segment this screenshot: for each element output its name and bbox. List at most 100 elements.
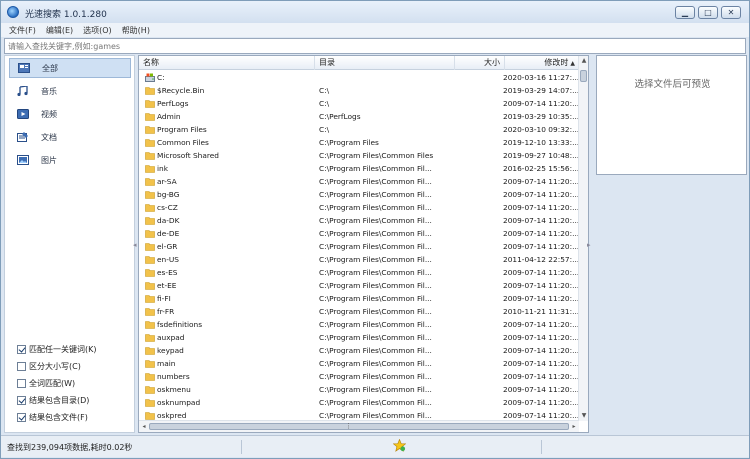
file-directory: C:\Program Files\Common Fil... (319, 190, 432, 199)
table-row[interactable]: ar-SA C:\Program Files\Common Fil... 2009-… (139, 175, 579, 188)
menu-help[interactable]: 帮助(H) (122, 25, 150, 36)
checkbox[interactable] (17, 412, 26, 422)
search-input[interactable] (5, 39, 745, 53)
collapse-left-icon[interactable]: ◂ (133, 241, 137, 249)
file-name: el-GR (157, 242, 178, 251)
window-title: 光速搜索 1.0.1.280 (25, 10, 107, 20)
scroll-left-icon[interactable]: ◂ (139, 421, 149, 432)
checkbox[interactable] (17, 395, 26, 405)
category-document[interactable]: 文档 (9, 127, 131, 147)
folder-icon (145, 165, 155, 173)
folder-icon (145, 87, 155, 95)
horizontal-scrollbar[interactable]: ◂ ⋮ ▸ (139, 420, 579, 432)
file-modified: 2009-07-14 11:20:... (503, 177, 579, 186)
option-include-directories[interactable]: 结果包含目录(D) (17, 394, 89, 406)
status-divider (541, 440, 542, 454)
minimize-icon[interactable]: ▁ (675, 6, 695, 19)
category-video[interactable]: 视频 (9, 104, 131, 124)
file-modified: 2009-07-14 11:20:... (503, 333, 579, 342)
table-row[interactable]: numbers C:\Program Files\Common Fil... 200… (139, 370, 579, 383)
star-icon[interactable] (393, 439, 406, 452)
file-directory: C:\Program Files\Common Fil... (319, 229, 432, 238)
folder-icon (145, 178, 155, 186)
file-name: da-DK (157, 216, 180, 225)
file-modified: 2020-03-10 09:32:... (503, 125, 579, 134)
title-bar[interactable]: 光速搜索 1.0.1.280 ▁ □ ✕ (1, 1, 749, 23)
file-directory: C:\Program Files\Common Fil... (319, 359, 432, 368)
file-name: keypad (157, 346, 184, 355)
option-match-any-keyword[interactable]: 匹配任一关键词(K) (17, 343, 97, 355)
file-modified: 2009-07-14 11:20:... (503, 242, 579, 251)
checkbox[interactable] (17, 378, 26, 388)
checkbox[interactable] (17, 344, 26, 354)
table-row[interactable]: PerfLogs C:\ 2009-07-14 11:20:... (139, 97, 579, 110)
table-row[interactable]: auxpad C:\Program Files\Common Fil... 2009… (139, 331, 579, 344)
category-image[interactable]: 图片 (9, 150, 131, 170)
file-name: et-EE (157, 281, 177, 290)
table-row[interactable]: cs-CZ C:\Program Files\Common Fil... 2009-… (139, 201, 579, 214)
menu-options[interactable]: 选项(O) (83, 25, 112, 36)
option-case-sensitive[interactable]: 区分大小写(C) (17, 360, 81, 372)
option-include-files[interactable]: 结果包含文件(F) (17, 411, 88, 423)
collapse-right-icon[interactable]: ▸ (587, 241, 591, 249)
table-row[interactable]: et-EE C:\Program Files\Common Fil... 2009-… (139, 279, 579, 292)
folder-icon (145, 113, 155, 121)
menu-bar: 文件(F) 编辑(E) 选项(O) 帮助(H) (1, 23, 749, 37)
maximize-icon[interactable]: □ (698, 6, 718, 19)
file-directory: C:\Program Files\Common Fil... (319, 307, 432, 316)
table-row[interactable]: $Recycle.Bin C:\ 2019-03-29 14:07:... (139, 84, 579, 97)
scroll-right-icon[interactable]: ▸ (569, 421, 579, 432)
table-row[interactable]: osknumpad C:\Program Files\Common Fil... 2… (139, 396, 579, 409)
close-icon[interactable]: ✕ (721, 6, 741, 19)
file-modified: 2009-07-14 11:20:... (503, 320, 579, 329)
file-modified: 2020-03-16 11:27:... (503, 73, 579, 82)
table-row[interactable]: main C:\Program Files\Common Fil... 2009-0… (139, 357, 579, 370)
window-controls: ▁ □ ✕ (675, 6, 741, 19)
search-box (4, 38, 746, 54)
category-all[interactable]: 全部 (9, 58, 131, 78)
table-row[interactable]: Microsoft Shared C:\Program Files\Common … (139, 149, 579, 162)
table-row[interactable]: C: 2020-03-16 11:27:... (139, 71, 579, 84)
scroll-thumb[interactable] (580, 70, 587, 82)
category-music[interactable]: 音乐 (9, 81, 131, 101)
table-row[interactable]: fsdefinitions C:\Program Files\Common Fil… (139, 318, 579, 331)
table-row[interactable]: Program Files C:\ 2020-03-10 09:32:... (139, 123, 579, 136)
table-row[interactable]: es-ES C:\Program Files\Common Fil... 2009-… (139, 266, 579, 279)
file-directory: C:\ (319, 125, 330, 134)
scroll-down-icon[interactable]: ▼ (579, 411, 588, 421)
scroll-up-icon[interactable]: ▲ (579, 56, 588, 66)
scroll-thumb[interactable] (149, 423, 569, 430)
folder-icon (145, 412, 155, 420)
file-directory: C:\Program Files\Common Fil... (319, 164, 432, 173)
table-row[interactable]: ink C:\Program Files\Common Fil... 2016-02… (139, 162, 579, 175)
table-row[interactable]: oskmenu C:\Program Files\Common Fil... 200… (139, 383, 579, 396)
column-name[interactable]: 名称 (139, 56, 315, 70)
file-directory: C:\Program Files\Common Fil... (319, 320, 432, 329)
category-label: 文档 (41, 132, 57, 142)
status-bar: 查找到239,094项数据,耗时0.02秒 (1, 435, 749, 457)
category-label: 图片 (41, 155, 57, 165)
table-row[interactable]: de-DE C:\Program Files\Common Fil... 2009-… (139, 227, 579, 240)
menu-edit[interactable]: 编辑(E) (46, 25, 73, 36)
table-row[interactable]: da-DK C:\Program Files\Common Fil... 2009-… (139, 214, 579, 227)
column-modified[interactable]: 修改时 ▲ (505, 56, 579, 70)
table-row[interactable]: keypad C:\Program Files\Common Fil... 2009… (139, 344, 579, 357)
file-directory: C:\Program Files\Common Fil... (319, 385, 432, 394)
table-row[interactable]: fr-FR C:\Program Files\Common Fil... 2010-… (139, 305, 579, 318)
table-row[interactable]: en-US C:\Program Files\Common Fil... 2011-… (139, 253, 579, 266)
file-directory: C:\Program Files\Common Fil... (319, 216, 432, 225)
table-row[interactable]: el-GR C:\Program Files\Common Fil... 2009-… (139, 240, 579, 253)
menu-file[interactable]: 文件(F) (9, 25, 36, 36)
table-row[interactable]: Admin C:\PerfLogs 2019-03-29 10:35:... (139, 110, 579, 123)
column-size[interactable]: 大小 (455, 56, 505, 70)
checkbox[interactable] (17, 361, 26, 371)
option-whole-word[interactable]: 全词匹配(W) (17, 377, 75, 389)
vertical-scrollbar[interactable]: ▲ ▼ (578, 56, 588, 421)
option-label: 结果包含文件(F) (29, 412, 88, 422)
file-modified: 2009-07-14 11:20:... (503, 372, 579, 381)
table-row[interactable]: Common Files C:\Program Files 2019-12-10 1… (139, 136, 579, 149)
folder-icon (145, 217, 155, 225)
table-row[interactable]: fi-FI C:\Program Files\Common Fil... 2009-… (139, 292, 579, 305)
column-directory[interactable]: 目录 (315, 56, 455, 70)
table-row[interactable]: bg-BG C:\Program Files\Common Fil... 2009-… (139, 188, 579, 201)
